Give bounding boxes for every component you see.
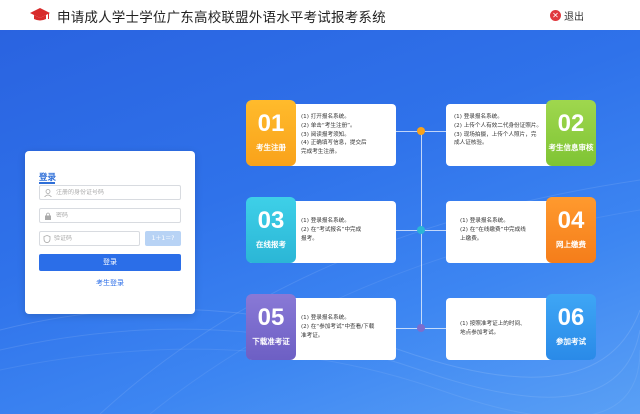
step-number: 02 (557, 110, 585, 137)
step-04-card: 04 网上缴费 (1) 登录报名系统。 (2) 在“在线缴费”中完成线 上缴费。 (446, 197, 596, 263)
step-02-card: 02 考生信息审核 (1) 登录报名系统。 (2) 上传个人有效二代身份证照片。… (446, 100, 596, 166)
instruction-line: (1) 登录报名系统。 (301, 218, 350, 224)
step-label: 参加考试 (556, 337, 586, 346)
step-number: 04 (557, 207, 585, 234)
step-instructions: (1) 登录报名系统。 (2) 在“在线缴费”中完成线 上缴费。 (460, 217, 526, 243)
instruction-line: (1) 登录报名系统。 (454, 114, 503, 120)
step-instructions: (1) 登录报名系统。 (2) 上传个人有效二代身份证照片。 (3) 现场拍摄，… (454, 113, 542, 148)
instruction-line: 地点参加考试。 (460, 329, 500, 336)
instruction-line: (2) 上传个人有效二代身份证照片。 (454, 122, 543, 129)
step-label: 网上缴费 (556, 240, 586, 249)
step-number: 01 (257, 110, 285, 137)
graduation-cap-icon (30, 8, 50, 21)
instruction-line: 准考证。 (301, 332, 324, 339)
instruction-line: (2) 在“考试报名”中完成 (301, 226, 362, 233)
lock-icon (43, 211, 53, 221)
instruction-line: (1) 按照准考证上的时间、 (460, 321, 526, 327)
connector-dot-3 (417, 324, 425, 332)
captcha-image[interactable]: 1＋1＝? (145, 231, 181, 246)
step-badge: 02 考生信息审核 (546, 100, 596, 166)
step-label: 在线报考 (256, 240, 286, 249)
step-03-card: 03 在线报考 (1) 登录报名系统。 (2) 在“考试报名”中完成 报考。 (246, 197, 396, 263)
step-badge: 01 考生注册 (246, 100, 296, 166)
login-title-underline (39, 182, 55, 184)
password-input[interactable] (56, 212, 166, 219)
step-badge: 04 网上缴费 (546, 197, 596, 263)
candidate-login-link[interactable]: 考生登录 (25, 278, 195, 288)
instruction-line: 上缴费。 (460, 235, 483, 242)
step-instructions: (1) 打开报名系统。 (2) 单击“考生注册”。 (3) 阅读报考须知。 (4… (301, 113, 367, 157)
login-panel: 登录 1＋1＝? 登录 考生登录 (25, 151, 195, 314)
step-badge: 03 在线报考 (246, 197, 296, 263)
user-icon (43, 188, 53, 198)
step-number: 05 (257, 304, 285, 331)
instruction-line: (1) 登录报名系统。 (460, 218, 509, 224)
step-05-card: 05 下载准考证 (1) 登录报名系统。 (2) 在“参加考试”中查看/下载 准… (246, 294, 396, 360)
step-badge: 05 下载准考证 (246, 294, 296, 360)
instruction-line: (2) 在“参加考试”中查看/下载 (301, 323, 375, 330)
captcha-field[interactable] (39, 231, 140, 246)
step-label: 考生信息审核 (548, 143, 594, 152)
instruction-line: (2) 在“在线缴费”中完成线 (460, 226, 526, 233)
instruction-line: (1) 打开报名系统。 (301, 114, 350, 120)
instruction-line: 成人证核验。 (454, 140, 488, 147)
instruction-line: (3) 现场拍摄，上传个人照片，完 (454, 131, 537, 138)
step-label: 考生注册 (256, 143, 286, 152)
step-number: 06 (557, 304, 585, 331)
step-instructions: (1) 登录报名系统。 (2) 在“参加考试”中查看/下载 准考证。 (301, 314, 374, 340)
connector-dot-1 (417, 127, 425, 135)
captcha-input[interactable] (54, 235, 139, 242)
step-label: 下载准考证 (252, 337, 290, 346)
header: 申请成人学士学位广东高校联盟外语水平考试报考系统 ✕ 退出 (0, 0, 640, 30)
connector-dot-2 (417, 226, 425, 234)
step-06-card: 06 参加考试 (1) 按照准考证上的时间、 地点参加考试。 (446, 294, 596, 360)
step-instructions: (1) 按照准考证上的时间、 地点参加考试。 (460, 320, 526, 338)
shield-icon (43, 234, 51, 244)
step-01-card: 01 考生注册 (1) 打开报名系统。 (2) 单击“考生注册”。 (3) 阅读… (246, 100, 396, 166)
instruction-line: (2) 单击“考生注册”。 (301, 122, 356, 129)
instruction-line: 报考。 (301, 235, 318, 242)
password-field[interactable] (39, 208, 181, 223)
logout-label: 退出 (564, 12, 584, 23)
step-instructions: (1) 登录报名系统。 (2) 在“考试报名”中完成 报考。 (301, 217, 361, 243)
close-icon: ✕ (550, 10, 561, 21)
id-number-field[interactable] (39, 185, 181, 200)
step-number: 03 (257, 207, 285, 234)
instruction-line: (4) 正确填写信息，提交后 (301, 140, 367, 147)
site-title: 申请成人学士学位广东高校联盟外语水平考试报考系统 (57, 10, 386, 26)
instruction-line: (1) 登录报名系统。 (301, 315, 350, 321)
id-number-input[interactable] (56, 189, 166, 196)
logout-button[interactable]: ✕ 退出 (550, 8, 584, 23)
login-button[interactable]: 登录 (39, 254, 181, 271)
step-badge: 06 参加考试 (546, 294, 596, 360)
instruction-line: 完成考生注册。 (301, 149, 341, 156)
instruction-line: (3) 阅读报考须知。 (301, 131, 350, 138)
